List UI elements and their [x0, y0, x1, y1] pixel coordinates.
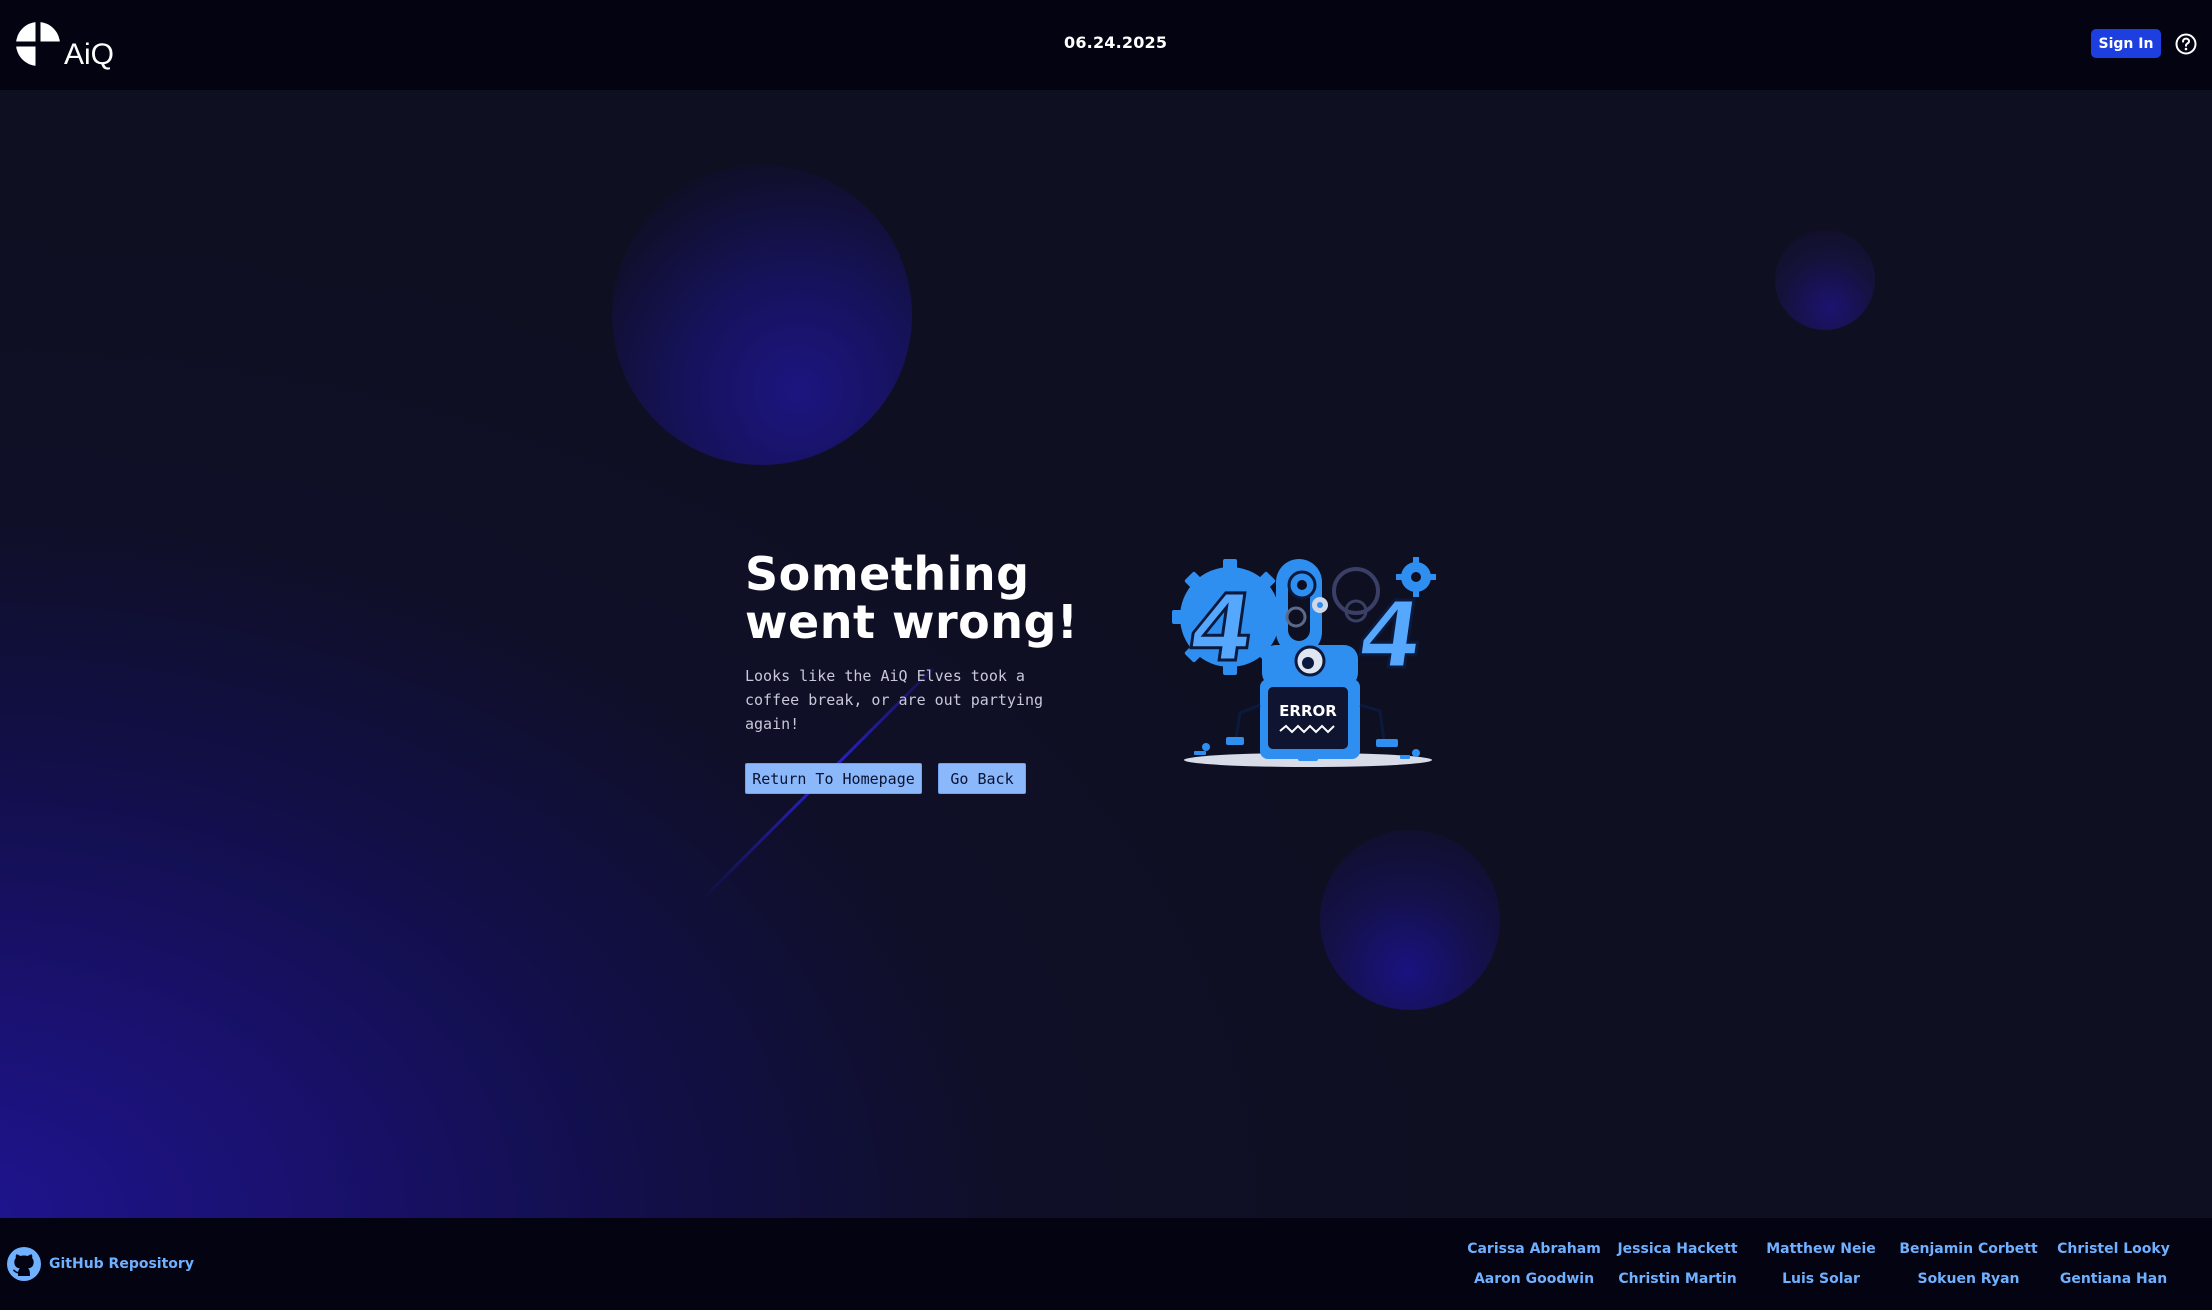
- contributor-credits: Carissa Abraham Jessica Hackett Matthew …: [1465, 1240, 2180, 1288]
- github-repository-label: GitHub Repository: [49, 1256, 194, 1272]
- contributor-link[interactable]: Carissa Abraham: [1465, 1240, 1603, 1258]
- 404-robot-illustration: 4 4 ERROR: [1172, 557, 1436, 767]
- page: AiQ 06.24.2025 Sign In Something went wr…: [0, 0, 2212, 1310]
- contributor-link[interactable]: Sokuen Ryan: [1890, 1270, 2047, 1288]
- error-message-panel: Something went wrong! Looks like the AiQ…: [745, 550, 1125, 794]
- contributor-link[interactable]: Christin Martin: [1603, 1270, 1752, 1288]
- error-description: Looks like the AiQ Elves took a coffee b…: [745, 667, 1044, 733]
- contributor-link[interactable]: Benjamin Corbett: [1890, 1240, 2047, 1258]
- logo-text: AiQ: [64, 38, 115, 71]
- zero-ring: [1276, 559, 1328, 655]
- return-to-homepage-button[interactable]: Return To Homepage: [745, 763, 922, 794]
- contributor-link[interactable]: Gentiana Han: [2047, 1270, 2180, 1288]
- header-date: 06.24.2025: [1064, 33, 1168, 52]
- help-question-icon[interactable]: [2175, 33, 2197, 55]
- page-footer: GitHub Repository Carissa Abraham Jessic…: [0, 1218, 2212, 1310]
- go-back-button[interactable]: Go Back: [938, 763, 1026, 794]
- illustration-digit-right: 4: [1351, 581, 1430, 688]
- decorative-orb: [1320, 830, 1500, 1010]
- top-navbar: AiQ 06.24.2025 Sign In: [0, 0, 2212, 90]
- error-headline: Something went wrong!: [745, 550, 1125, 646]
- error-actions: Return To Homepage Go Back: [745, 763, 1125, 794]
- contributor-link[interactable]: Aaron Goodwin: [1465, 1270, 1603, 1288]
- illustration-error-label: ERROR: [1279, 702, 1337, 720]
- contributor-link[interactable]: Luis Solar: [1752, 1270, 1890, 1288]
- sign-in-button[interactable]: Sign In: [2091, 29, 2161, 58]
- github-icon: [7, 1247, 41, 1281]
- contributor-link[interactable]: Matthew Neie: [1752, 1240, 1890, 1258]
- contributor-link[interactable]: Christel Looky: [2047, 1240, 2180, 1258]
- contributor-link[interactable]: Jessica Hackett: [1603, 1240, 1752, 1258]
- headline-line-1: Something: [745, 547, 1030, 601]
- decorative-orb: [612, 165, 912, 465]
- github-repository-link[interactable]: GitHub Repository: [6, 1246, 194, 1282]
- decorative-orb: [1775, 230, 1875, 330]
- aiq-logo-icon: [14, 20, 62, 68]
- headline-line-2: went wrong!: [745, 595, 1079, 649]
- aiq-logo[interactable]: AiQ: [14, 20, 115, 71]
- illustration-digit-left: 4: [1182, 574, 1261, 681]
